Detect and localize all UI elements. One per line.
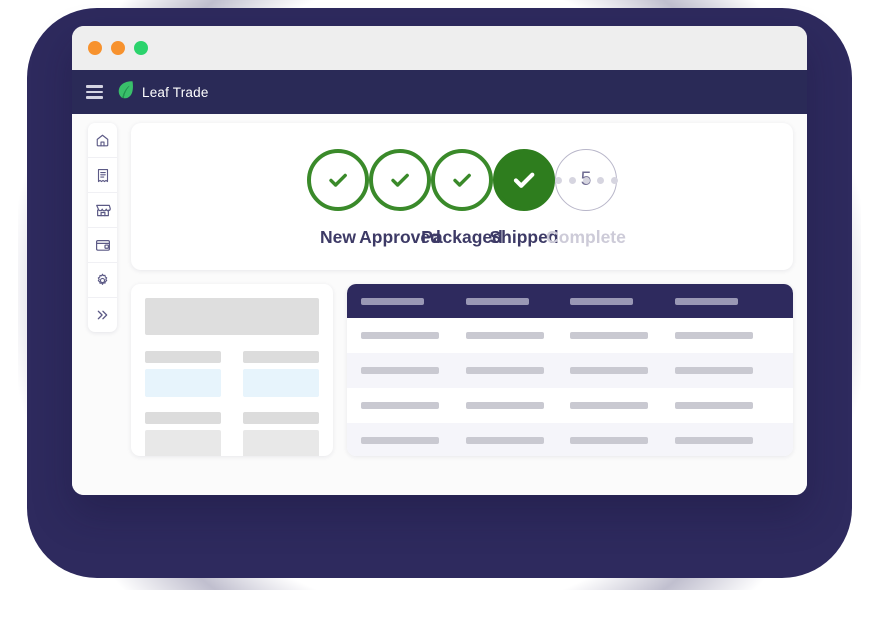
gear-icon [95, 273, 110, 288]
sidebar-panel [88, 123, 117, 332]
sidebar-item-settings[interactable] [88, 263, 117, 298]
order-stepper: New Approved Packaged Shipped Complete [147, 149, 777, 248]
hamburger-icon[interactable] [86, 85, 103, 99]
table-cell [465, 402, 571, 409]
table-header-cell[interactable] [361, 297, 466, 305]
table-header-cell[interactable] [465, 297, 571, 305]
skeleton-bar [674, 437, 753, 444]
skeleton-bar [570, 437, 648, 444]
table-cell [674, 402, 780, 409]
skeleton-bar [674, 367, 753, 374]
skeleton-bar [361, 367, 439, 374]
table-cell [570, 332, 675, 339]
skeleton-bar [674, 332, 753, 339]
table-row[interactable] [347, 388, 793, 423]
skeleton-field [243, 351, 319, 412]
table-cell [674, 332, 780, 339]
home-icon [95, 133, 110, 148]
table-cell [674, 437, 780, 444]
skeleton-field-row [145, 351, 319, 412]
maximize-button[interactable] [134, 41, 148, 55]
invoice-icon [96, 168, 110, 183]
skeleton-bar [361, 332, 439, 339]
leaf-logo-icon [117, 80, 134, 104]
skeleton-bar [465, 437, 544, 444]
skeleton-bar [361, 402, 439, 409]
table-row[interactable] [347, 423, 793, 456]
sidebar-item-payments[interactable] [88, 228, 117, 263]
form-skeleton-card [131, 284, 333, 456]
window-titlebar [72, 26, 807, 70]
skeleton-hero-block [145, 298, 319, 335]
table-cell [361, 402, 466, 409]
table-row[interactable] [347, 318, 793, 353]
close-button[interactable] [88, 41, 102, 55]
table-row[interactable] [347, 353, 793, 388]
skeleton-field-placeholder[interactable] [145, 430, 221, 456]
skeleton-bar [570, 367, 648, 374]
browser-window: Leaf Trade New Approved Packaged Shipped… [72, 26, 807, 495]
connector-dots [555, 176, 618, 184]
skeleton-bar [361, 437, 439, 444]
table-cell [570, 367, 675, 374]
skeleton-field-row [145, 412, 319, 456]
skeleton-label-bar [243, 351, 319, 363]
skeleton-bar [674, 297, 738, 305]
skeleton-bar [465, 402, 544, 409]
table-skeleton-card [347, 284, 793, 456]
sidebar-item-expand[interactable] [88, 298, 117, 332]
table-cell [465, 367, 571, 374]
main-content: New Approved Packaged Shipped Complete [117, 114, 807, 495]
skeleton-field [145, 412, 221, 456]
table-cell [674, 367, 780, 374]
skeleton-label-bar [145, 412, 221, 424]
sidebar-item-storefront[interactable] [88, 193, 117, 228]
skeleton-input-placeholder[interactable] [243, 369, 319, 397]
table-header-row [347, 284, 793, 318]
store-icon [95, 203, 111, 218]
skeleton-bar [361, 297, 424, 305]
table-cell [570, 402, 675, 409]
skeleton-bar [570, 332, 648, 339]
table-header-cell[interactable] [674, 297, 780, 305]
table-cell [361, 332, 466, 339]
order-progress-card: New Approved Packaged Shipped Complete [131, 123, 793, 270]
skeleton-bar [570, 402, 648, 409]
skeleton-bar [465, 332, 544, 339]
brand[interactable]: Leaf Trade [117, 80, 209, 104]
lower-section [131, 284, 793, 456]
table-cell [465, 332, 571, 339]
table-cell [570, 437, 675, 444]
sidebar-item-orders[interactable] [88, 158, 117, 193]
table-cell [465, 437, 571, 444]
skeleton-bar [465, 367, 544, 374]
skeleton-field-placeholder[interactable] [243, 430, 319, 456]
table-cell [361, 367, 466, 374]
skeleton-label-bar [145, 351, 221, 363]
skeleton-bar [570, 297, 633, 305]
table-header-cell[interactable] [570, 297, 675, 305]
minimize-button[interactable] [111, 41, 125, 55]
sidebar [72, 114, 117, 495]
sidebar-item-home[interactable] [88, 123, 117, 158]
skeleton-bar [465, 297, 529, 305]
app-navbar: Leaf Trade [72, 70, 807, 114]
chevron-double-right-icon [95, 308, 110, 322]
skeleton-bar [674, 402, 753, 409]
skeleton-label-bar [243, 412, 319, 424]
brand-name: Leaf Trade [142, 84, 209, 100]
skeleton-input-placeholder[interactable] [145, 369, 221, 397]
screenshot-stage: Leaf Trade New Approved Packaged Shipped… [0, 0, 879, 617]
step-label: Complete [546, 227, 626, 247]
skeleton-field [243, 412, 319, 456]
skeleton-field [145, 351, 221, 412]
step-complete[interactable]: 5 Complete [523, 149, 649, 248]
wallet-icon [95, 238, 111, 252]
table-cell [361, 437, 466, 444]
app-body: New Approved Packaged Shipped Complete [72, 114, 807, 495]
